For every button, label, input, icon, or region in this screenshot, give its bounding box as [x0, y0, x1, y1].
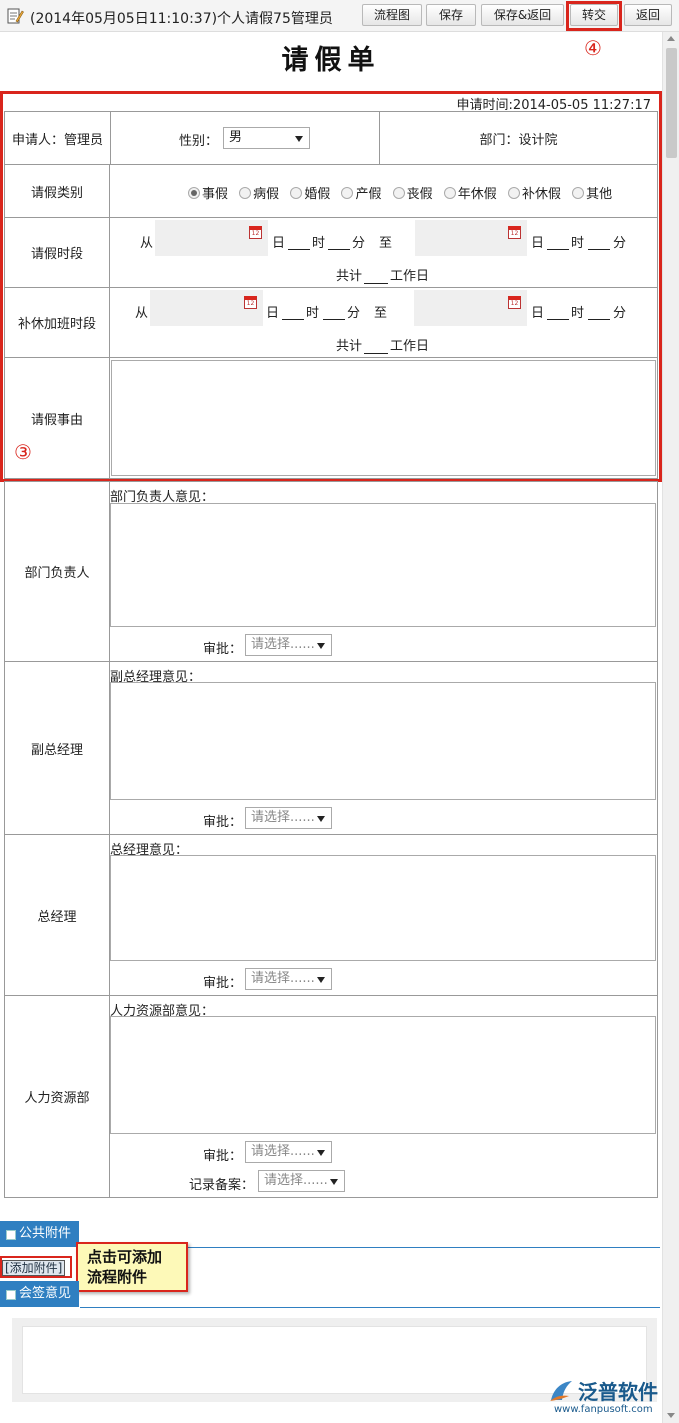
leave-from-label: 从	[140, 236, 154, 251]
leave-type-option[interactable]: 年休假	[443, 187, 497, 202]
calendar-icon[interactable]: 12	[244, 296, 257, 309]
applicant-cell: 申请人：管理员	[4, 111, 111, 165]
brand-logo: 泛普软件 www.fanpusoft.com	[548, 1376, 670, 1416]
radio-icon[interactable]	[290, 187, 303, 199]
edit-document-icon	[7, 8, 24, 24]
deputy-gm-label-cell: 副总经理	[4, 661, 110, 835]
deputy-gm-approve-select[interactable]: 请选择......	[245, 807, 332, 829]
leave-type-option[interactable]: 病假	[239, 187, 279, 202]
add-attachment-tooltip: 点击可添加 流程附件	[76, 1242, 188, 1292]
radio-icon[interactable]	[341, 187, 354, 199]
leave-start-minute-field[interactable]	[328, 249, 350, 250]
radio-icon[interactable]	[572, 187, 585, 199]
radio-icon[interactable]	[392, 187, 405, 199]
hr-opinion-textarea[interactable]	[110, 1016, 656, 1134]
calendar-icon[interactable]: 12	[508, 296, 521, 309]
vertical-scrollbar[interactable]	[662, 32, 679, 1423]
gender-select[interactable]: 男	[223, 127, 310, 149]
save-button[interactable]: 保存	[426, 4, 476, 26]
leave-type-option[interactable]: 丧假	[392, 187, 433, 202]
form-title: 请假单	[281, 45, 381, 76]
overtime-start-minute-field[interactable]	[323, 319, 345, 320]
hr-approve-select[interactable]: 请选择......	[245, 1141, 332, 1163]
step-3-marker: ③	[14, 440, 32, 464]
gender-label: 性别：	[179, 134, 219, 149]
flowchart-button[interactable]: 流程图	[362, 4, 422, 26]
dept-head-opinion-textarea[interactable]	[110, 503, 656, 627]
return-button[interactable]: 返回	[624, 4, 672, 26]
brand-url: www.fanpusoft.com	[554, 1404, 653, 1415]
save-and-return-button[interactable]: 保存&返回	[481, 4, 564, 26]
gm-opinion-textarea[interactable]	[110, 855, 656, 961]
leave-period-label: 请假时段	[30, 247, 83, 262]
overtime-total-days-field[interactable]	[364, 353, 388, 354]
radio-icon[interactable]	[507, 187, 520, 199]
brand-logo-icon	[550, 1381, 572, 1401]
add-attachment-link[interactable]: [添加附件]	[2, 1260, 66, 1276]
radio-checked-icon[interactable]	[188, 187, 200, 199]
applicant-label: 申请人：管理员	[11, 132, 103, 148]
leave-type-label-cell: 请假类别	[4, 164, 110, 218]
leave-start-hour-field[interactable]	[288, 249, 310, 250]
leave-period-label-cell: 请假时段	[4, 217, 110, 288]
hr-label-cell: 人力资源部	[4, 995, 110, 1198]
department-label: 部门：设计院	[479, 132, 558, 148]
scrollbar-thumb[interactable]	[666, 48, 677, 158]
calendar-icon[interactable]: 12	[508, 226, 521, 239]
leave-end-date-input[interactable]: 12	[415, 220, 527, 256]
deputy-gm-opinion-textarea[interactable]	[110, 682, 656, 800]
leave-type-radio-group: 事假 病假 婚假 产假 丧假 年休假 补休假 其他	[188, 183, 619, 202]
overtime-end-hour-field[interactable]	[547, 319, 569, 320]
scroll-up-arrow-icon[interactable]	[667, 36, 675, 41]
reason-label: 请假事由	[30, 412, 83, 428]
brand-name: 泛普软件	[578, 1380, 658, 1404]
overtime-start-date-input[interactable]: 12	[150, 290, 263, 326]
dept-head-label-cell: 部门负责人	[4, 481, 110, 662]
gm-label-cell: 总经理	[4, 834, 110, 996]
calendar-icon[interactable]: 12	[249, 226, 262, 239]
countersign-tab[interactable]: 会签意见	[0, 1281, 80, 1307]
overtime-period-label: 补休加班时段	[17, 317, 96, 332]
hr-record-select[interactable]: 请选择......	[258, 1170, 345, 1192]
leave-start-date-input[interactable]: 12	[155, 220, 268, 256]
leave-end-hour-field[interactable]	[547, 249, 569, 250]
leave-type-option[interactable]: 其他	[572, 187, 612, 202]
overtime-period-label-cell: 补休加班时段	[4, 287, 110, 358]
transfer-button[interactable]: 转交	[570, 4, 618, 26]
overtime-start-hour-field[interactable]	[282, 319, 304, 320]
leave-type-option[interactable]: 产假	[341, 187, 381, 202]
gender-cell: 性别： 男	[110, 111, 380, 165]
department-cell: 部门：设计院	[379, 111, 658, 165]
leave-to-label: 至	[379, 236, 393, 251]
gm-label: 总经理	[37, 909, 77, 925]
deputy-gm-label: 副总经理	[30, 742, 83, 758]
countersign-divider	[80, 1307, 660, 1308]
hr-label: 人力资源部	[24, 1091, 90, 1106]
leave-end-minute-field[interactable]	[588, 249, 610, 250]
radio-icon[interactable]	[239, 187, 252, 199]
leave-type-label: 请假类别	[30, 185, 83, 201]
gm-approve-select[interactable]: 请选择......	[245, 968, 332, 990]
leave-type-option[interactable]: 补休假	[507, 187, 561, 202]
radio-icon[interactable]	[443, 187, 456, 199]
dept-head-approve-select[interactable]: 请选择......	[245, 634, 332, 656]
leave-type-option[interactable]: 婚假	[290, 187, 330, 202]
reason-textarea[interactable]	[111, 360, 656, 476]
leave-total-days-field[interactable]	[364, 283, 388, 284]
overtime-end-date-input[interactable]: 12	[414, 290, 527, 326]
leave-type-option[interactable]: 事假	[188, 187, 228, 202]
overtime-end-minute-field[interactable]	[588, 319, 610, 320]
window-title: (2014年05月05日11:10:37)个人请假75管理员	[30, 11, 333, 27]
top-toolbar: (2014年05月05日11:10:37)个人请假75管理员 流程图 保存 保存…	[0, 0, 679, 32]
public-attachment-tab[interactable]: 公共附件	[0, 1221, 80, 1247]
dept-head-label: 部门负责人	[24, 566, 90, 581]
